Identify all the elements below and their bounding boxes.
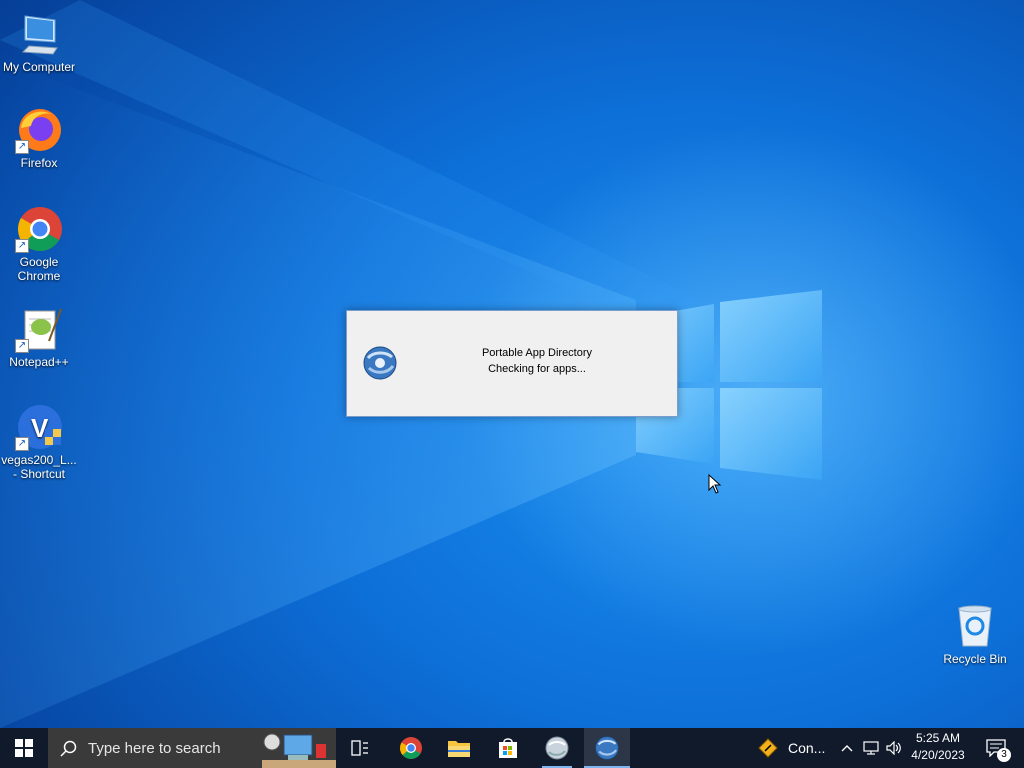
icon-label: Recycle Bin	[943, 652, 1007, 666]
windows-start-icon	[15, 739, 33, 757]
dialog-status-text: Checking for apps...	[488, 363, 586, 375]
clock-date: 4/20/2023	[911, 748, 965, 762]
taskbar-microsoft-store[interactable]	[487, 728, 529, 768]
tray-network-warning[interactable]	[756, 728, 780, 768]
clock-time: 5:25 AM	[915, 731, 961, 745]
chevron-up-icon	[841, 745, 853, 752]
icon-label: Notepad++	[9, 355, 69, 369]
show-hidden-icons-button[interactable]	[838, 728, 856, 768]
speaker-icon	[886, 741, 901, 755]
firefox-icon: ↗	[15, 106, 63, 154]
shortcut-arrow-icon: ↗	[15, 239, 29, 253]
task-view-icon	[351, 740, 368, 756]
desktop-icon-notepadpp[interactable]: ↗ Notepad++	[1, 305, 77, 369]
desktop-icon-google-chrome[interactable]: ↗ Google Chrome	[1, 205, 77, 283]
action-center-button[interactable]: 3	[978, 728, 1014, 768]
taskbar: Type here to search Con... 5:25 AM 4/20/…	[0, 728, 1024, 768]
desktop-icon-vegas-shortcut[interactable]: V ↗ vegas200_L... - Shortcut	[1, 403, 77, 481]
portable-app-directory-dialog: Portable App Directory Checking for apps…	[346, 310, 678, 417]
desktop-icon-firefox[interactable]: ↗ Firefox	[1, 106, 77, 170]
chrome-icon	[400, 737, 422, 759]
vegas-icon: V ↗	[15, 403, 63, 451]
volume-button[interactable]	[884, 728, 904, 768]
taskbar-search-box[interactable]: Type here to search	[48, 728, 336, 768]
taskbar-clock[interactable]: 5:25 AM 4/20/2023	[906, 730, 970, 764]
app-globe-gray-icon	[545, 736, 569, 760]
desktop-icon-my-computer[interactable]: My Computer	[1, 10, 77, 74]
computer-icon	[15, 10, 63, 58]
folder-icon	[448, 741, 470, 757]
icon-label: My Computer	[2, 60, 76, 74]
taskbar-chrome[interactable]	[390, 728, 432, 768]
chrome-icon: ↗	[15, 205, 63, 253]
network-icon	[863, 741, 879, 755]
task-view-button[interactable]	[340, 728, 380, 768]
recycle-bin-icon	[951, 602, 999, 650]
search-placeholder: Type here to search	[88, 740, 221, 757]
taskbar-app-generic[interactable]	[536, 728, 578, 768]
portable-app-globe-icon	[363, 346, 397, 380]
dialog-title-text: Portable App Directory	[481, 347, 593, 359]
search-highlight-illustration	[262, 733, 336, 768]
taskbar-portable-app-directory[interactable]	[584, 728, 630, 768]
start-button[interactable]	[0, 728, 48, 768]
icon-label: Firefox	[20, 156, 58, 170]
shortcut-arrow-icon: ↗	[15, 140, 29, 154]
icon-label: vegas200_L... - Shortcut	[1, 453, 77, 481]
notification-count-badge: 3	[997, 748, 1011, 762]
tray-item-label[interactable]: Con...	[788, 740, 825, 756]
icon-label: Google Chrome	[17, 255, 61, 283]
search-icon	[60, 740, 77, 757]
store-bag-icon	[499, 738, 517, 758]
shortcut-arrow-icon: ↗	[15, 437, 29, 451]
desktop-background: My Computer ↗ Firefox ↗ Google Chrome ↗ …	[0, 0, 1024, 728]
shortcut-arrow-icon: ↗	[15, 339, 29, 353]
network-button[interactable]	[860, 728, 882, 768]
portable-app-globe-icon	[595, 736, 619, 760]
notepadpp-icon: ↗	[15, 305, 63, 353]
desktop-icon-recycle-bin[interactable]: Recycle Bin	[937, 602, 1013, 666]
taskbar-file-explorer[interactable]	[438, 728, 480, 768]
warning-construction-icon	[758, 738, 778, 758]
mouse-cursor-icon	[708, 474, 722, 494]
